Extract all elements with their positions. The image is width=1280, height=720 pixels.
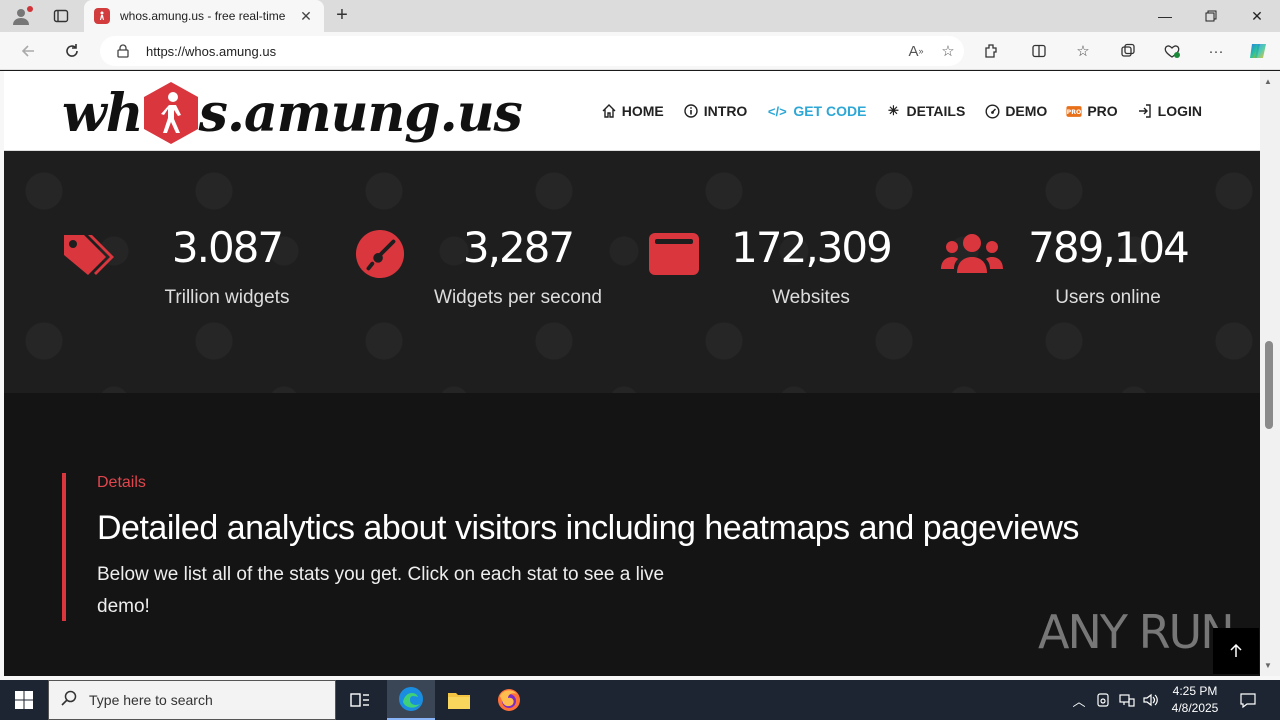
nav-label: DETAILS: [906, 103, 966, 119]
notifications-icon[interactable]: [1234, 680, 1262, 720]
nav-label: INTRO: [703, 103, 748, 119]
nav-login[interactable]: LOGIN: [1137, 103, 1202, 119]
restore-icon[interactable]: [1188, 0, 1234, 32]
close-window-icon[interactable]: ✕: [1234, 0, 1280, 32]
profile-icon[interactable]: [8, 4, 34, 28]
clock-time: 4:25 PM: [1172, 684, 1218, 698]
back-icon[interactable]: [14, 38, 42, 64]
stat-label: Websites: [772, 287, 850, 308]
scrollbar-thumb[interactable]: [1265, 341, 1273, 429]
tab-actions-icon[interactable]: [48, 4, 74, 28]
browser-essentials-icon[interactable]: [1157, 38, 1187, 64]
section-heading: Detailed analytics about visitors includ…: [97, 509, 1079, 547]
lock-icon[interactable]: [114, 42, 132, 60]
network-icon[interactable]: [1116, 680, 1138, 720]
file-explorer-icon[interactable]: [435, 680, 483, 720]
windows-taskbar: Type here to search ︿ 4:25 PM 4/8/2025: [0, 680, 1280, 720]
users-icon: [941, 234, 1003, 273]
favorites-icon[interactable]: ☆: [1068, 38, 1098, 64]
volume-icon[interactable]: [1140, 680, 1162, 720]
section-description: Below we list all of the stats you get. …: [97, 564, 665, 617]
logo-text-left: wh: [62, 82, 144, 144]
read-aloud-icon[interactable]: A»: [900, 38, 932, 64]
search-placeholder: Type here to search: [89, 692, 213, 708]
url-text[interactable]: https://whos.amung.us: [146, 44, 900, 59]
dashboard-icon: [984, 103, 1000, 119]
info-icon: [683, 103, 699, 119]
walking-person-hexagon-icon: [143, 82, 198, 144]
nav-pro[interactable]: PRO PRO: [1066, 103, 1118, 119]
asterisk-icon: ✳: [888, 103, 899, 118]
speedometer-icon: [355, 229, 405, 279]
nav-home[interactable]: HOME: [601, 103, 664, 119]
stat-value: 789,104: [1028, 223, 1190, 272]
close-tab-icon[interactable]: ✕: [298, 8, 314, 25]
nav-intro[interactable]: INTRO: [683, 103, 748, 119]
nav-label: DEMO: [1005, 103, 1048, 119]
section-kicker: Details: [97, 474, 146, 491]
stat-label: Widgets per second: [434, 287, 602, 308]
details-section: Details Detailed analytics about visitor…: [62, 473, 1079, 621]
code-icon: </>: [767, 103, 787, 119]
task-view-icon[interactable]: [336, 680, 384, 720]
edge-taskbar-icon[interactable]: [387, 680, 435, 720]
main-navigation: HOME INTRO </> GET CODE ✳ DETAILS DEMO P…: [601, 71, 1202, 151]
stat-value: 3,287: [462, 223, 575, 272]
copilot-icon[interactable]: [1243, 38, 1273, 64]
browser-tab-strip: whos.amung.us - free real-time ✕ + — ✕: [0, 0, 1280, 32]
show-hidden-icons-icon[interactable]: ︿: [1068, 680, 1090, 720]
nav-label: GET CODE: [793, 103, 867, 119]
stat-label: Users online: [1055, 287, 1161, 308]
extensions-icon[interactable]: [976, 38, 1006, 64]
scroll-up-icon[interactable]: ▲: [1264, 77, 1272, 86]
address-toolbar: https://whos.amung.us A» ☆ ☆ ···: [0, 32, 1280, 70]
login-icon: [1137, 103, 1153, 119]
minimize-icon[interactable]: —: [1142, 0, 1188, 32]
new-tab-button[interactable]: +: [330, 4, 354, 28]
device-icon[interactable]: [1092, 680, 1114, 720]
site-header: wh s.amung.us HOME INTRO </> GET CODE ✳ …: [4, 71, 1260, 151]
back-to-top-button[interactable]: [1213, 628, 1259, 674]
logo-text-right: s.amung.us: [198, 82, 523, 144]
windows-start-icon[interactable]: [0, 680, 48, 720]
anyrun-watermark: ANY RUN: [1038, 605, 1235, 659]
collections-icon[interactable]: [1113, 38, 1143, 64]
page-scrollbar[interactable]: ▲ ▼: [1260, 71, 1280, 676]
tags-icon: [64, 235, 114, 275]
home-icon: [601, 103, 617, 119]
search-icon: [61, 690, 77, 711]
nav-get-code[interactable]: </> GET CODE: [766, 103, 867, 119]
clock-date: 4/8/2025: [1171, 701, 1219, 715]
site-logo[interactable]: wh s.amung.us: [62, 77, 523, 149]
split-screen-icon[interactable]: [1024, 38, 1054, 64]
tab-title: whos.amung.us - free real-time: [120, 9, 286, 23]
refresh-icon[interactable]: [58, 38, 86, 64]
taskbar-search-box[interactable]: Type here to search: [48, 680, 336, 720]
scroll-down-icon[interactable]: ▼: [1264, 661, 1272, 670]
stats-section: 3.087 Trillion widgets 3,287 Widgets per…: [4, 151, 1260, 393]
stat-value: 3.087: [171, 223, 284, 272]
browser-tab[interactable]: whos.amung.us - free real-time ✕: [84, 0, 324, 32]
nav-details[interactable]: ✳ DETAILS: [885, 103, 965, 119]
more-options-icon[interactable]: ···: [1201, 38, 1231, 64]
watermark-text: ANY RUN: [1038, 605, 1235, 659]
browser-window-icon: [649, 233, 699, 275]
web-page: wh s.amung.us HOME INTRO </> GET CODE ✳ …: [4, 71, 1260, 676]
nav-demo[interactable]: DEMO: [984, 103, 1047, 119]
stat-value: 172,309: [731, 223, 893, 272]
svg-text:PRO: PRO: [1067, 109, 1082, 116]
taskbar-clock[interactable]: 4:25 PM 4/8/2025: [1162, 683, 1228, 717]
stat-label: Trillion widgets: [164, 287, 290, 308]
firefox-icon[interactable]: [485, 680, 533, 720]
address-bar[interactable]: https://whos.amung.us A» ☆: [100, 36, 964, 66]
nav-label: PRO: [1087, 103, 1118, 119]
nav-label: HOME: [621, 103, 664, 119]
favorite-star-icon[interactable]: ☆: [932, 38, 964, 64]
site-favicon-icon: [94, 8, 110, 24]
pro-badge-icon: PRO: [1066, 103, 1082, 119]
nav-label: LOGIN: [1157, 103, 1202, 119]
